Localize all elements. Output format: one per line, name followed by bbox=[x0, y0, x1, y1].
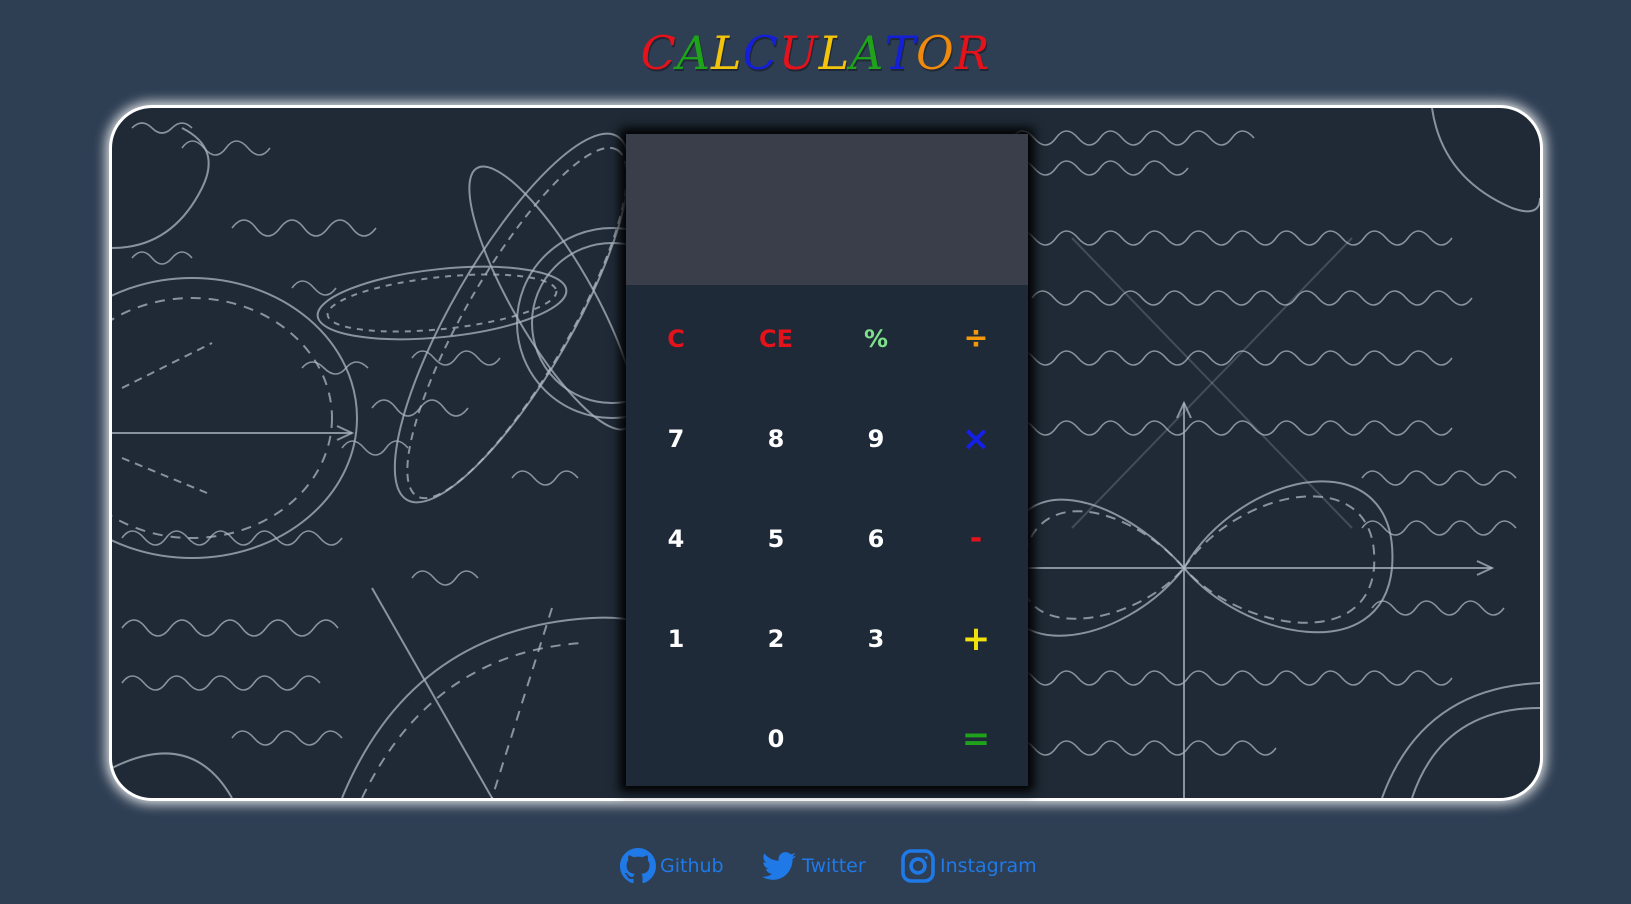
digit-7-button[interactable]: 7 bbox=[626, 399, 726, 479]
title-letter: C bbox=[640, 26, 677, 80]
digit-8-button[interactable]: 8 bbox=[726, 399, 826, 479]
digit-0-button[interactable]: 0 bbox=[726, 699, 826, 779]
title-letter: L bbox=[818, 26, 851, 80]
calculator-display bbox=[626, 134, 1028, 285]
title-letter: T bbox=[884, 26, 917, 80]
title-letter: U bbox=[778, 26, 819, 80]
title-letter: C bbox=[742, 26, 779, 80]
percent-button[interactable]: % bbox=[826, 299, 926, 379]
page-title: CALCULATOR bbox=[0, 18, 1631, 88]
github-label: Github bbox=[660, 855, 724, 877]
digit-5-button[interactable]: 5 bbox=[726, 499, 826, 579]
digit-3-button[interactable]: 3 bbox=[826, 599, 926, 679]
clear-entry-button[interactable]: CE bbox=[726, 299, 826, 379]
divide-button[interactable]: ÷ bbox=[926, 299, 1026, 379]
twitter-link[interactable]: Twitter bbox=[760, 846, 866, 886]
twitter-label: Twitter bbox=[802, 855, 866, 877]
instagram-label: Instagram bbox=[940, 855, 1037, 877]
equals-button[interactable]: = bbox=[926, 699, 1026, 779]
add-button[interactable]: + bbox=[926, 599, 1026, 679]
instagram-icon bbox=[901, 849, 935, 883]
digit-1-button[interactable]: 1 bbox=[626, 599, 726, 679]
subtract-button[interactable]: - bbox=[926, 499, 1026, 579]
digit-9-button[interactable]: 9 bbox=[826, 399, 926, 479]
github-link[interactable]: Github bbox=[620, 846, 724, 886]
github-icon bbox=[620, 848, 656, 884]
title-letter: R bbox=[954, 26, 991, 80]
title-letter: A bbox=[850, 26, 885, 80]
multiply-button[interactable]: × bbox=[926, 399, 1026, 479]
instagram-link[interactable]: Instagram bbox=[900, 846, 1037, 886]
digit-4-button[interactable]: 4 bbox=[626, 499, 726, 579]
clear-button[interactable]: C bbox=[626, 299, 726, 379]
digit-2-button[interactable]: 2 bbox=[726, 599, 826, 679]
title-letter: A bbox=[676, 26, 712, 80]
calculator: C CE % ÷ 7 8 9 × 4 5 6 - 1 2 3 + 0 = bbox=[626, 134, 1028, 786]
digit-6-button[interactable]: 6 bbox=[826, 499, 926, 579]
title-letter: L bbox=[711, 26, 743, 80]
title-letter: O bbox=[916, 26, 955, 80]
twitter-icon bbox=[762, 852, 797, 880]
